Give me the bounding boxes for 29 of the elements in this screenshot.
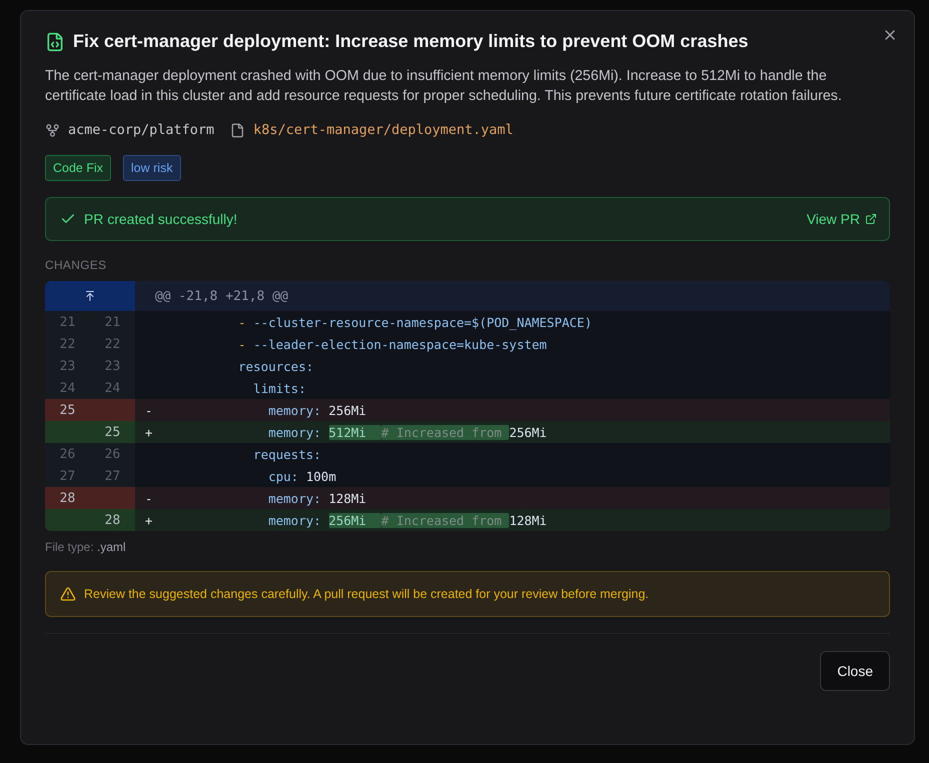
line-numbers: 21 21 <box>45 311 135 333</box>
line-numbers: 22 22 <box>45 333 135 355</box>
line-numbers: 28 <box>45 487 135 509</box>
line-numbers: 28 <box>45 509 135 531</box>
hunk-header: @@ -21,8 +21,8 @@ <box>154 288 288 304</box>
line-numbers: 23 23 <box>45 355 135 377</box>
branch-icon <box>45 122 60 138</box>
line-numbers: 26 26 <box>45 443 135 465</box>
tag: Code Fix <box>45 155 112 181</box>
section-label: CHANGES <box>45 258 108 272</box>
expand-up-icon <box>84 290 96 302</box>
description: The cert-manager deployment crashed with OOM due to insufficient memory limits (256Mi). Increase to 512Mi to handle the certificate load in this cluster and add resource requests for proper scheduling. This prevents future certificate rotation failures. <box>45 67 843 106</box>
file-icon <box>230 122 246 138</box>
line-numbers: 25 <box>45 399 135 421</box>
line-numbers: 27 27 <box>45 465 135 487</box>
warning-icon <box>60 586 76 602</box>
dialog-title: Fix cert-manager deployment: Increase memory limits to prevent OOM crashes <box>73 31 748 52</box>
line-numbers: 24 24 <box>45 377 135 399</box>
external-link-icon <box>865 213 877 225</box>
view-pr-link[interactable]: View PR <box>806 211 877 227</box>
code-file-icon <box>45 32 65 52</box>
repo-name: acme-corp/platform <box>68 122 214 138</box>
close-button[interactable]: Close <box>820 651 890 691</box>
line-numbers: 25 <box>45 421 135 443</box>
tag: low risk <box>123 155 181 181</box>
success-message: PR created successfully! <box>84 211 238 227</box>
file-type: File type: .yaml <box>45 540 127 554</box>
file-path: k8s/cert-manager/deployment.yaml <box>253 122 514 138</box>
warning-text: Review the suggested changes carefully. A pull request will be created for your review before merging. <box>84 587 649 601</box>
